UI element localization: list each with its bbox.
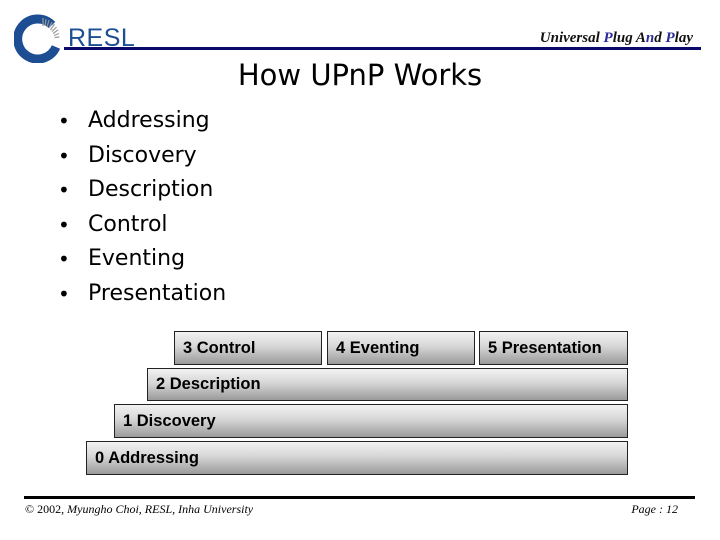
copyright-year: © 2002,	[25, 502, 65, 516]
header-title-part: P	[665, 30, 675, 46]
bullet-icon: •	[58, 281, 70, 306]
header-title-part: lay	[674, 30, 693, 46]
bullet-text: Description	[88, 177, 214, 203]
page-number: Page : 12	[631, 502, 678, 516]
header-title-part: P	[603, 30, 613, 46]
bullet-icon: •	[58, 143, 70, 168]
layer-presentation: 5 Presentation	[479, 331, 628, 365]
bullet-icon: •	[58, 212, 70, 237]
bullet-text: Control	[88, 211, 168, 237]
header-title-part: Universal	[539, 30, 604, 46]
layer-control: 3 Control	[174, 331, 322, 365]
header-divider	[64, 47, 701, 50]
footer-copyright: © 2002, Myungho Choi, RESL, Inha Univers…	[25, 502, 253, 517]
layer-eventing: 4 Eventing	[327, 331, 475, 365]
layer-discovery: 1 Discovery	[114, 404, 628, 438]
bullet-text: Discovery	[88, 142, 197, 168]
bullet-list: • Addressing • Discovery • Description • Con…	[58, 104, 226, 312]
bullet-text: Eventing	[88, 246, 186, 272]
bullet-item: • Addressing	[58, 104, 226, 139]
header-title-part: d	[654, 30, 666, 46]
bullet-item: • Control	[58, 208, 226, 243]
header-title: Universal Plug And Play	[540, 30, 693, 47]
bullet-icon: •	[58, 109, 70, 133]
bullet-item: • Discovery	[58, 139, 226, 174]
bullet-item: • Presentation	[58, 277, 226, 312]
bullet-icon: •	[58, 247, 70, 272]
layer-description: 2 Description	[147, 368, 628, 401]
copyright-author: Myungho Choi, RESL, Inha University	[64, 502, 254, 516]
header-title-part: lug A	[612, 30, 646, 46]
bullet-icon: •	[58, 178, 70, 203]
layer-addressing: 0 Addressing	[86, 441, 628, 475]
footer-divider	[24, 496, 695, 499]
slide-title: How UPnP Works	[237, 58, 483, 92]
bullet-text: Addressing	[88, 108, 210, 133]
bullet-text: Presentation	[88, 280, 227, 306]
bullet-item: • Eventing	[58, 242, 226, 277]
resl-logo-icon	[14, 14, 61, 63]
header-title-part: n	[645, 30, 655, 46]
bullet-item: • Description	[58, 173, 226, 208]
